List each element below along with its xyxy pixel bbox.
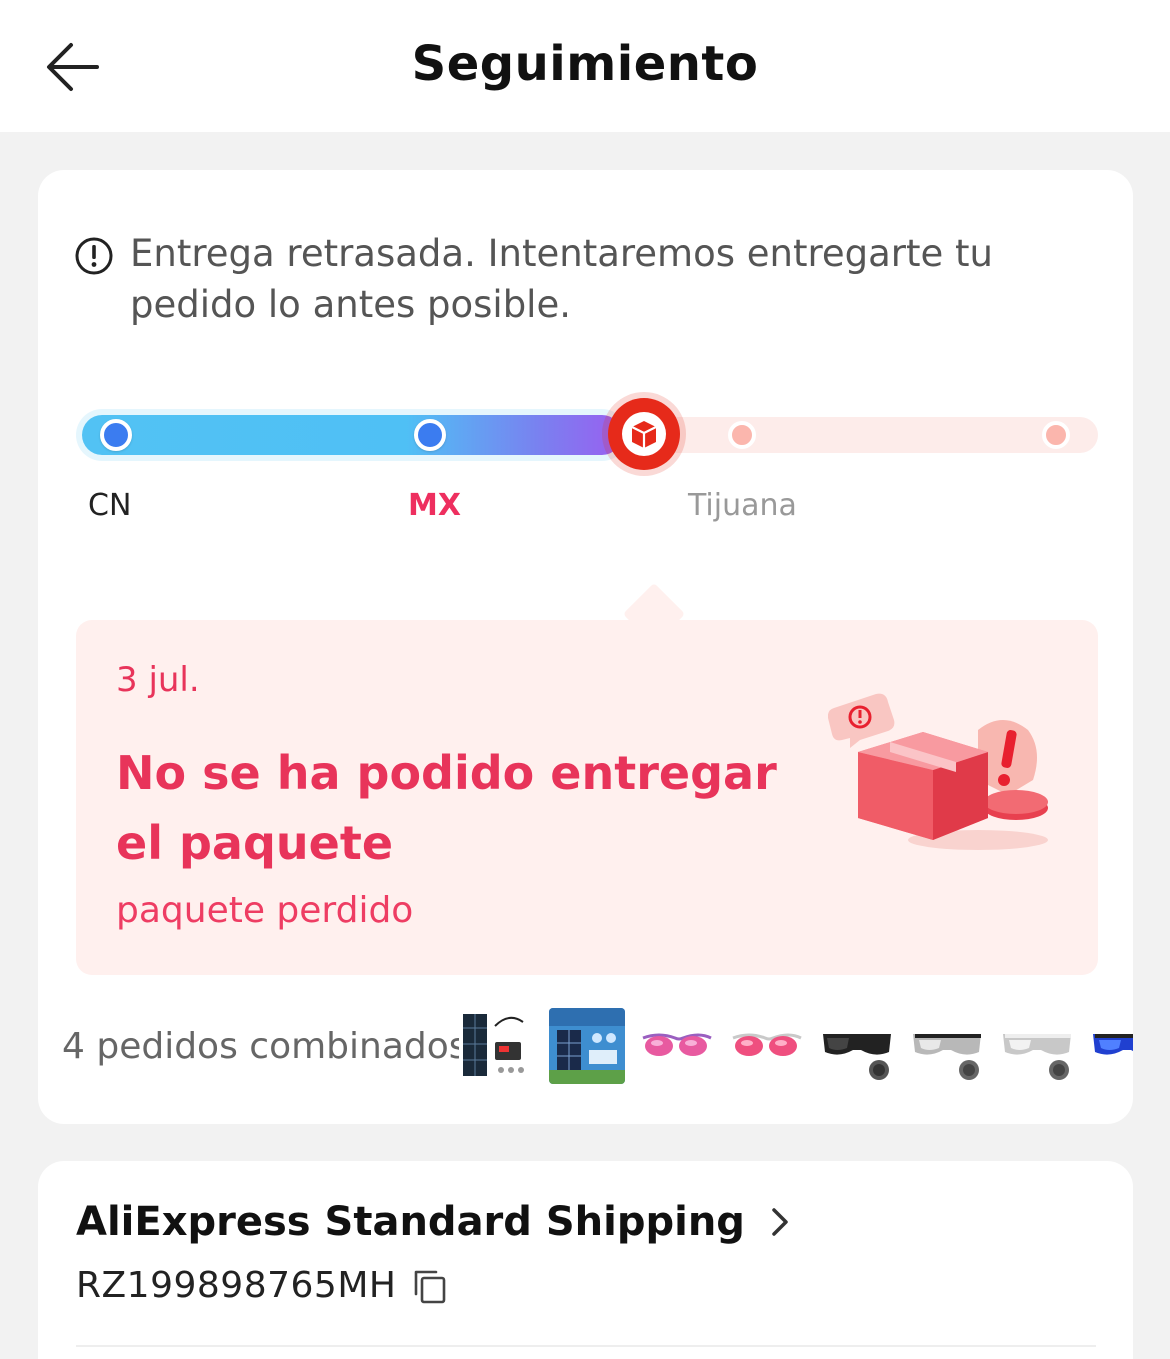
progress-stop-cn: [100, 419, 132, 451]
tracking-number: RZ199898765MH: [76, 1265, 397, 1306]
silver-sport-glasses-thumbnail: [909, 1008, 985, 1084]
copy-icon[interactable]: [410, 1266, 450, 1306]
status-subtitle: paquete perdido: [116, 890, 414, 931]
stop-label-cn: CN: [88, 488, 132, 523]
divider: [76, 1345, 1096, 1347]
progress-track-pending: [608, 417, 1098, 453]
progress-stop-final: [1042, 421, 1070, 449]
status-detail-box[interactable]: 3 jul. No se ha podido entregar el paque…: [76, 620, 1098, 975]
chevron-right-icon: [772, 1208, 788, 1236]
blue-sport-glasses-thumbnail: [1089, 1008, 1133, 1084]
tracking-card: Entrega retrasada. Intentaremos entregar…: [38, 170, 1133, 1124]
shipping-card: AliExpress Standard Shipping RZ199898765…: [38, 1161, 1133, 1359]
page-title: Seguimiento: [411, 36, 759, 92]
alert-circle-icon: [75, 237, 113, 275]
silver-sport-glasses-thumbnail: [999, 1008, 1075, 1084]
combined-orders-row[interactable]: 4 pedidos combinados: [62, 1008, 1133, 1088]
solar-panel-box-thumbnail: [549, 1008, 625, 1084]
shipping-carrier-link[interactable]: AliExpress Standard Shipping: [76, 1199, 795, 1245]
package-icon: [622, 412, 666, 456]
status-date: 3 jul.: [116, 660, 200, 700]
shipment-progress: [78, 398, 1098, 472]
delay-notice-text: Entrega retrasada. Intentaremos entregar…: [130, 232, 993, 326]
status-title: No se ha podido entregar el paquete: [116, 746, 777, 870]
pink-sunglasses-thumbnail: [639, 1008, 715, 1084]
stop-label-mx: MX: [408, 488, 461, 523]
stop-label-tijuana: Tijuana: [688, 488, 797, 523]
shipping-carrier: AliExpress Standard Shipping: [76, 1199, 745, 1245]
pink-sunglasses-thumbnail: [729, 1008, 805, 1084]
lost-package-illustration: [828, 693, 1048, 850]
progress-track-done: [82, 415, 622, 455]
tracking-number-row: RZ199898765MH: [76, 1265, 450, 1306]
combined-orders-label: 4 pedidos combinados: [62, 1026, 468, 1067]
black-sport-glasses-thumbnail: [819, 1008, 895, 1084]
progress-current-node: [608, 398, 680, 470]
order-thumbnails: [459, 1008, 1133, 1088]
progress-stop-tijuana: [728, 421, 756, 449]
top-bar: Seguimiento: [0, 0, 1170, 132]
progress-stop-mx: [414, 419, 446, 451]
solar-kit-thumbnail: [459, 1008, 535, 1084]
